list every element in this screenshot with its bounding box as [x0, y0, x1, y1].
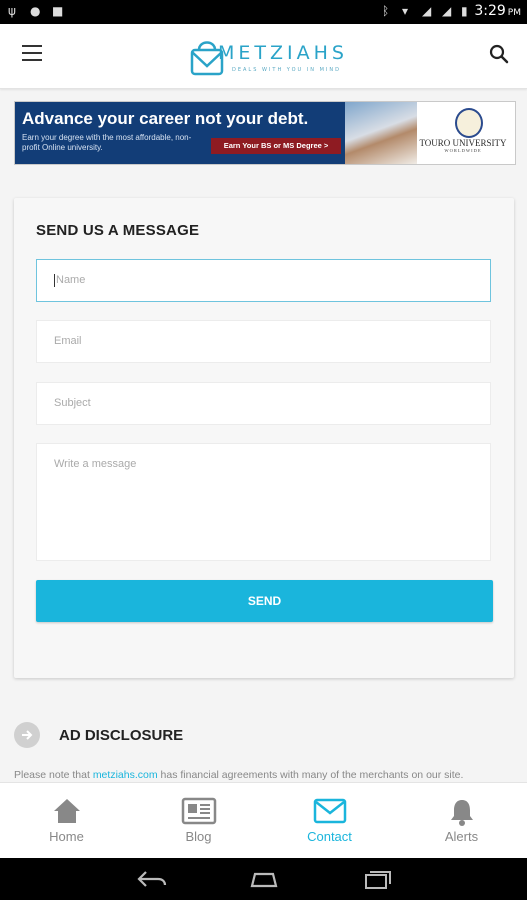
arrow-right-circle-icon[interactable] — [14, 722, 40, 748]
nav-label: Blog — [185, 829, 212, 844]
name-placeholder: Name — [56, 274, 86, 286]
subject-placeholder: Subject — [54, 397, 91, 409]
ad-university-sub: WORLDWIDE — [444, 148, 482, 153]
ad-photo — [345, 102, 417, 164]
nav-label: Alerts — [444, 829, 479, 844]
ad-headline: Advance your career not your debt. — [22, 109, 309, 128]
nav-item-home[interactable]: Home — [1, 783, 132, 859]
search-icon[interactable] — [489, 44, 509, 64]
system-nav-bar — [0, 858, 527, 900]
ad-subtext: Earn your degree with the most affordabl… — [22, 133, 192, 152]
brand-logo[interactable]: METZIAHS DEALS WITH YOU IN MIND — [190, 36, 350, 80]
university-seal-icon — [455, 108, 483, 138]
wifi-icon: ▾ — [402, 4, 409, 18]
home-button-icon[interactable] — [246, 868, 282, 890]
home-icon — [53, 799, 80, 823]
status-time-value: 3:29 — [474, 3, 506, 19]
image-notification-icon: ■ — [52, 4, 64, 18]
bell-icon — [450, 800, 473, 826]
nav-item-alerts[interactable]: Alerts — [396, 783, 527, 859]
recents-icon[interactable] — [362, 868, 394, 890]
text-caret — [54, 273, 55, 287]
mail-icon — [313, 798, 346, 824]
bluetooth-icon: ᛒ — [382, 4, 390, 18]
signal-icon: ◢ — [442, 4, 452, 18]
bottom-nav: Home Blog Contact Alerts — [0, 782, 527, 859]
message-placeholder: Write a message — [54, 458, 137, 470]
back-icon[interactable] — [136, 868, 168, 890]
ad-cta-button[interactable]: Earn Your BS or MS Degree > — [211, 138, 341, 154]
app-bar: METZIAHS DEALS WITH YOU IN MIND — [0, 24, 527, 89]
status-time-ampm: PM — [507, 8, 521, 18]
email-placeholder: Email — [54, 335, 82, 347]
nav-label: Contact — [307, 829, 352, 844]
chat-notification-icon: ● — [30, 4, 41, 18]
disclosure-text: Please note that metziahs.com has financ… — [14, 769, 463, 781]
status-bar: ψ ● ■ ᛒ ▾ ◢ ◢ ▮ 3:29 PM — [0, 0, 527, 24]
nav-item-contact[interactable]: Contact — [264, 783, 395, 859]
battery-icon: ▮ — [461, 4, 468, 18]
message-field[interactable]: Write a message — [36, 443, 491, 561]
nav-item-blog[interactable]: Blog — [133, 783, 264, 859]
contact-form-card: SEND US A MESSAGE Name Email Subject Wri… — [14, 198, 514, 678]
brand-name: METZIAHS — [218, 42, 348, 64]
form-title: SEND US A MESSAGE — [36, 222, 200, 239]
subject-field[interactable]: Subject — [36, 382, 491, 425]
disclosure-text-before: Please note that — [14, 769, 93, 781]
brand-tagline: DEALS WITH YOU IN MIND — [232, 67, 341, 73]
send-button[interactable]: SEND — [36, 580, 493, 622]
ad-banner[interactable]: Advance your career not your debt. Earn … — [14, 101, 516, 165]
disclosure-link[interactable]: metziahs.com — [93, 769, 158, 781]
nav-label: Home — [49, 829, 84, 844]
usb-icon: ψ — [8, 4, 16, 18]
status-time: 3:29 PM — [474, 3, 521, 19]
name-field[interactable]: Name — [36, 259, 491, 302]
disclosure-text-after: has financial agreements with many of th… — [157, 769, 464, 781]
disclosure-title: AD DISCLOSURE — [59, 727, 184, 744]
menu-icon[interactable] — [22, 45, 42, 61]
ad-university-name: TOURO UNIVERSITY — [419, 138, 507, 148]
signal-icon: ◢ — [422, 4, 432, 18]
email-field[interactable]: Email — [36, 320, 491, 363]
newspaper-icon — [181, 797, 216, 825]
